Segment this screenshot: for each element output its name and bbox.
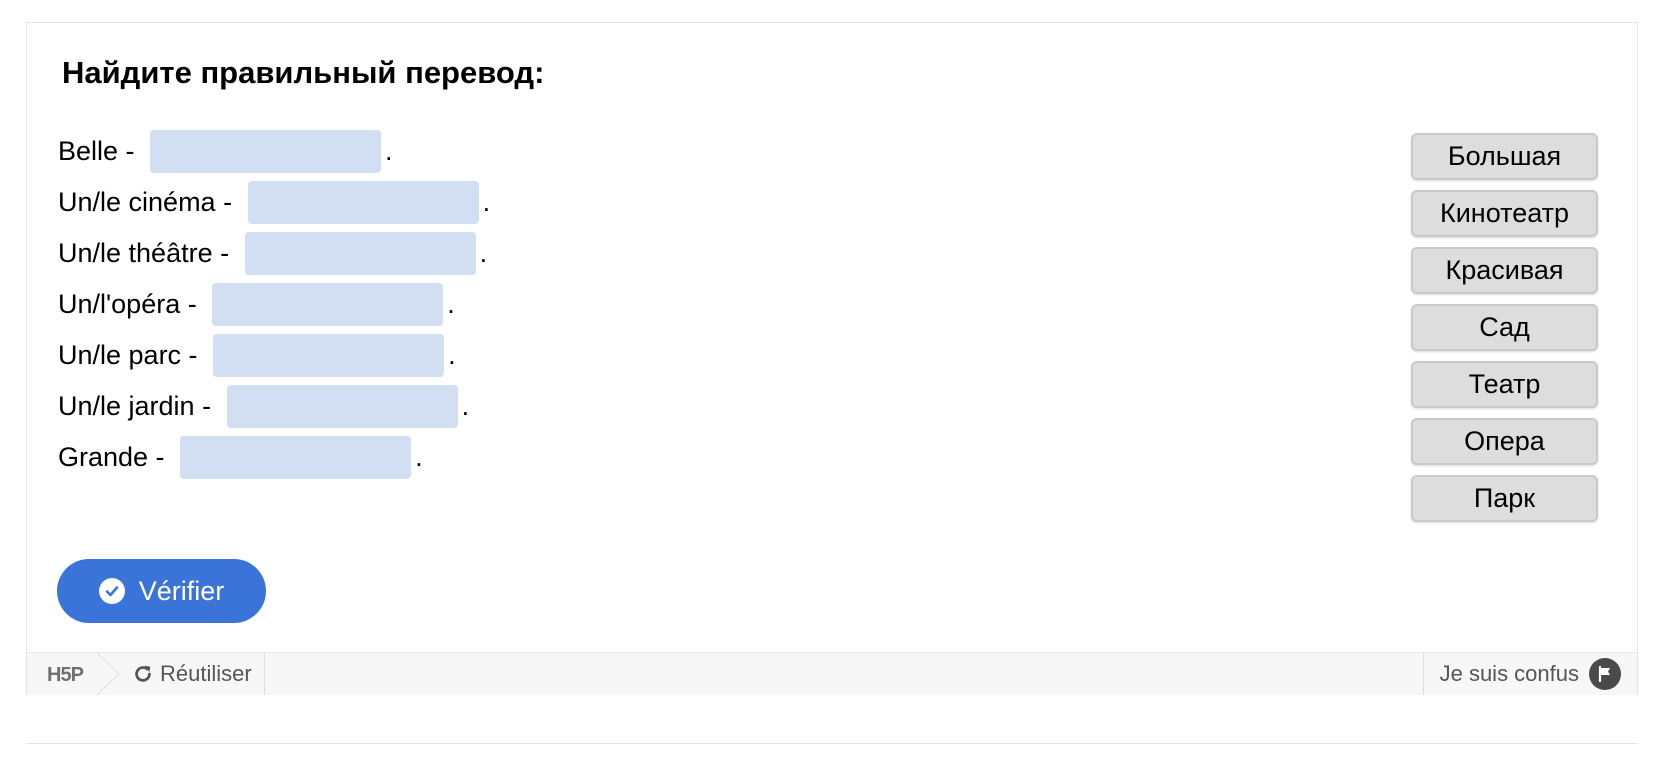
- h5p-footer: H5P Réutiliser Je suis confus: [27, 652, 1637, 695]
- divider: [26, 743, 1638, 744]
- sentence-label: Un/le cinéma -: [58, 187, 240, 217]
- sentence-row: Belle - .: [58, 126, 490, 177]
- check-button[interactable]: Vérifier: [57, 559, 266, 623]
- sentence-period: .: [385, 136, 393, 166]
- chevron-right-icon: [96, 653, 120, 695]
- drop-zone[interactable]: [244, 232, 476, 275]
- sentence-list: Belle - . Un/le cinéma - . Un/le théâtre…: [58, 126, 490, 483]
- sentence-row: Un/le théâtre - .: [58, 228, 490, 279]
- sentence-period: .: [448, 340, 456, 370]
- confused-label: Je suis confus: [1439, 661, 1579, 686]
- check-circle-icon: [98, 578, 125, 604]
- sentence-label: Un/le jardin -: [58, 391, 219, 421]
- word-bank: Большая Кинотеатр Красивая Сад Театр Опе…: [1411, 133, 1598, 532]
- draggable-word[interactable]: Красивая: [1411, 247, 1598, 294]
- sentence-period: .: [415, 442, 423, 472]
- drop-zone[interactable]: [180, 436, 412, 479]
- draggable-word[interactable]: Опера: [1411, 418, 1598, 465]
- sentence-period: .: [461, 391, 470, 421]
- sentence-period: .: [447, 289, 455, 319]
- h5p-drag-text-card: Найдите правильный перевод: Belle - . Un…: [26, 22, 1638, 695]
- reuse-button[interactable]: Réutiliser: [132, 653, 265, 695]
- drop-zone[interactable]: [247, 181, 479, 224]
- drop-zone[interactable]: [213, 334, 445, 377]
- sentence-label: Grande -: [58, 442, 173, 472]
- task-title: Найдите правильный перевод:: [62, 55, 545, 90]
- flag-icon: [1589, 658, 1621, 690]
- sentence-period: .: [482, 187, 491, 217]
- drop-zone[interactable]: [150, 130, 382, 173]
- draggable-word[interactable]: Большая: [1411, 133, 1598, 180]
- draggable-word[interactable]: Сад: [1411, 304, 1598, 351]
- drop-zone[interactable]: [212, 283, 444, 326]
- sentence-row: Grande - .: [58, 432, 490, 483]
- sentence-label: Un/le théâtre -: [58, 238, 237, 268]
- sentence-row: Un/le cinéma - .: [58, 177, 490, 228]
- sentence-label: Belle -: [58, 136, 143, 166]
- sentence-row: Un/l'opéra - .: [58, 279, 490, 330]
- h5p-logo[interactable]: H5P: [47, 664, 84, 687]
- sentence-row: Un/le jardin - .: [58, 381, 490, 432]
- check-button-label: Vérifier: [138, 575, 225, 606]
- draggable-word[interactable]: Парк: [1411, 475, 1598, 522]
- drop-zone[interactable]: [226, 385, 458, 428]
- sentence-label: Un/le parc -: [58, 340, 206, 370]
- draggable-word[interactable]: Театр: [1411, 361, 1598, 408]
- sentence-period: .: [479, 238, 488, 268]
- sentence-label: Un/l'opéra -: [58, 289, 205, 319]
- draggable-word[interactable]: Кинотеатр: [1411, 190, 1598, 237]
- refresh-icon: [135, 665, 151, 682]
- confusion-button[interactable]: Je suis confus: [1422, 653, 1621, 695]
- reuse-label: Réutiliser: [160, 661, 252, 686]
- sentence-row: Un/le parc - .: [58, 330, 490, 381]
